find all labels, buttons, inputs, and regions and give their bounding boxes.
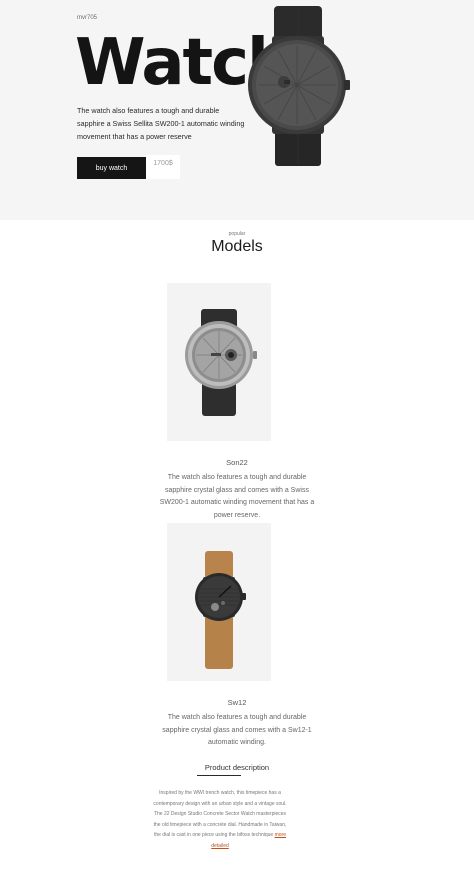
watch-image bbox=[185, 309, 257, 416]
product-description-title: Product description bbox=[204, 763, 270, 772]
product-text: Inspired by the WWI trench watch, this t… bbox=[153, 790, 287, 838]
section-kicker: popular bbox=[228, 231, 246, 237]
hero-description: The watch also features a tough and dura… bbox=[77, 106, 245, 141]
buy-watch-button[interactable]: buy watch bbox=[77, 157, 146, 179]
price-label: 1700$ bbox=[146, 155, 180, 179]
model-name: Sw12 bbox=[227, 698, 247, 707]
model-description: The watch also features a tough and dura… bbox=[159, 474, 315, 519]
hero-section: mvr705 Watch The watch also features a t… bbox=[0, 0, 474, 220]
model-image-son22[interactable] bbox=[167, 283, 271, 441]
divider bbox=[197, 775, 241, 776]
model-description: The watch also features a tough and dura… bbox=[162, 714, 312, 746]
model-image-sw12[interactable] bbox=[167, 523, 271, 681]
product-description-text: Inspired by the WWI trench watch, this t… bbox=[150, 788, 290, 851]
model-name: Son22 bbox=[226, 458, 248, 467]
watch-image bbox=[195, 551, 246, 669]
section-title: Models bbox=[211, 238, 263, 255]
brand-label: mvr705 bbox=[77, 15, 98, 21]
hero-watch-image bbox=[248, 6, 350, 166]
